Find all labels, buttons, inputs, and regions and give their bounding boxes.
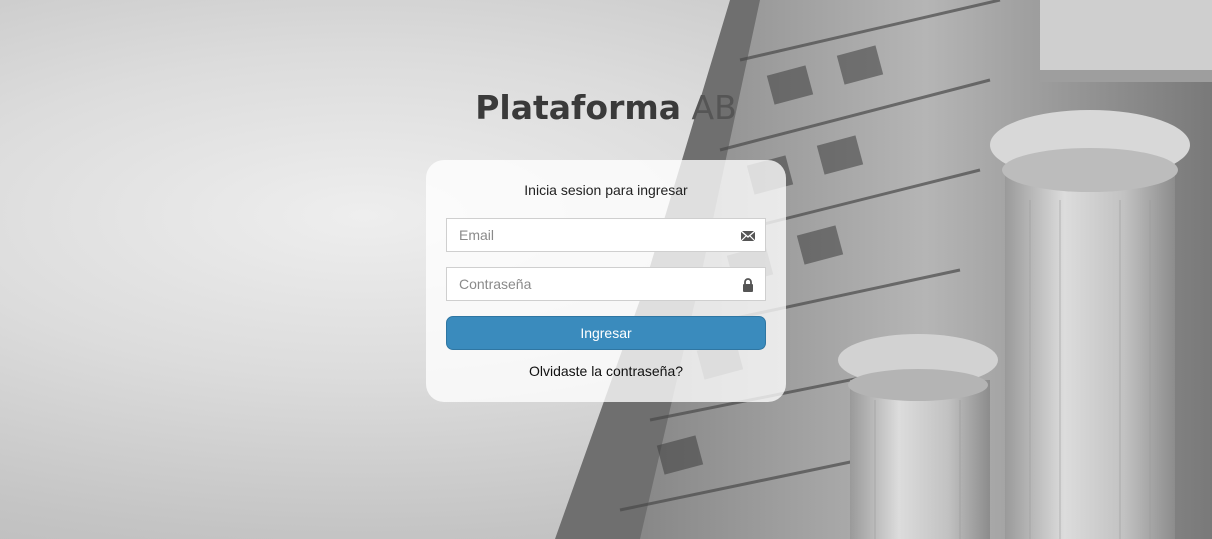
login-title: Inicia sesion para ingresar [524, 182, 688, 198]
brand-title-light: AB [691, 88, 737, 127]
brand-title-bold: Plataforma [475, 88, 682, 127]
password-input[interactable] [447, 268, 765, 300]
email-input[interactable] [447, 219, 765, 251]
forgot-password-link[interactable]: Olvidaste la contraseña? [446, 363, 766, 379]
login-card: Inicia sesion para ingresar Ingresar Olv… [426, 160, 786, 402]
lock-icon [740, 277, 756, 293]
envelope-icon [740, 228, 756, 244]
email-field[interactable] [446, 218, 766, 252]
login-button[interactable]: Ingresar [446, 316, 766, 350]
brand-title: Plataforma AB [0, 88, 1212, 127]
password-field[interactable] [446, 267, 766, 301]
